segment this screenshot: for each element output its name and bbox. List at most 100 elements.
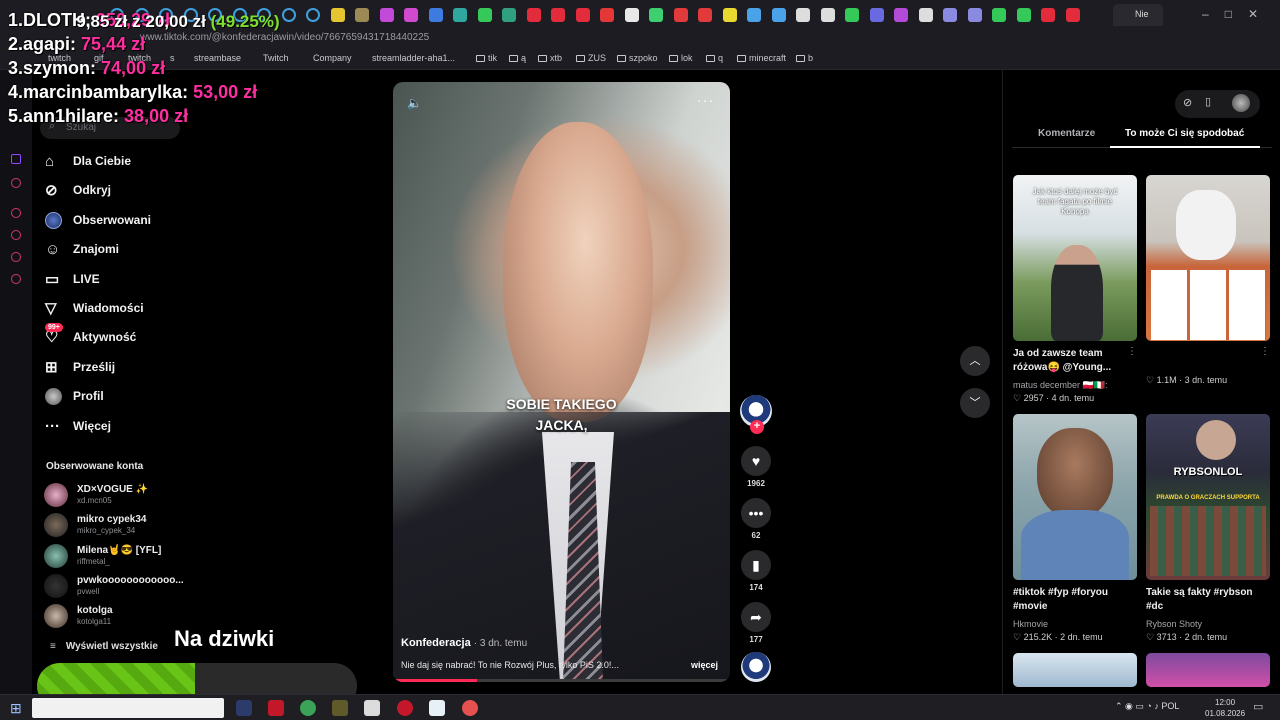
tab-favicon-icon[interactable] [649,8,663,22]
bookmark-item[interactable]: Company [313,53,352,63]
tab-favicon-icon[interactable] [869,8,884,22]
tab-favicon-icon[interactable] [379,8,394,22]
tab-comments[interactable]: Komentarze [1038,128,1095,139]
active-tab[interactable]: Nie [1113,4,1163,26]
taskbar-app-icon[interactable] [268,700,284,716]
heart-icon[interactable]: ♥ [741,446,771,476]
bookmark-folder[interactable]: szpoko [617,53,658,63]
video-author[interactable]: Konfederacja · 3 dn. temu [401,637,527,649]
tab-favicon-icon[interactable] [992,8,1006,22]
tab-favicon-icon[interactable] [918,8,933,22]
bookmark-folder[interactable]: b [796,53,813,63]
like-action[interactable]: ♥ 1962 [741,446,771,488]
recommended-video-thumbnail[interactable]: RYBSONLOL PRAWDA O GRACZACH SUPPORTA [1146,414,1270,580]
video-player[interactable]: 🔈 ··· SOBIE TAKIEGO JACKA, Konfederacja … [393,82,730,682]
tab-favicon-icon[interactable] [796,8,810,22]
comment-icon[interactable]: ••• [741,498,771,528]
bookmark-icon[interactable]: ▮ [741,550,771,580]
card-author[interactable]: Rybson Shoty [1146,619,1202,629]
tab-favicon-icon[interactable] [355,8,369,22]
recommended-video-thumbnail[interactable] [1013,414,1137,580]
bookmark-item[interactable]: Twitch [263,53,289,63]
tab-favicon-icon[interactable] [1065,8,1080,22]
recommended-video-thumbnail[interactable]: Jak ktoś dalej może być team fagata po f… [1013,175,1137,341]
bookmark-folder[interactable]: ą [509,53,526,63]
taskbar-app-icon[interactable] [462,700,478,716]
taskbar-app-icon[interactable] [429,700,445,716]
comment-action[interactable]: ••• 62 [741,498,771,540]
follow-button[interactable]: + [750,420,764,434]
more-description-button[interactable]: więcej [691,660,718,670]
tab-favicon-icon[interactable] [575,8,590,22]
tab-favicon-icon[interactable] [1016,8,1031,22]
tab-favicon-icon[interactable] [526,8,541,22]
share-action[interactable]: ➦ 177 [741,602,771,644]
next-video-button[interactable]: ﹀ [960,388,990,418]
card-author[interactable]: Hkmovie [1013,619,1048,629]
tab-favicon-icon[interactable] [477,8,492,22]
tab-favicon-icon[interactable] [551,8,565,22]
tab-favicon-icon[interactable] [943,8,957,22]
chrome-icon[interactable] [300,700,316,716]
bookmark-folder[interactable]: lok [669,53,693,63]
tab-favicon-icon[interactable] [845,8,859,22]
card-author[interactable]: matus december 🇵🇱🇮🇹: [1013,380,1107,391]
card-title[interactable]: Ja od zawsze team różowa😝 @Young... [1013,347,1131,375]
bookmark-folder[interactable]: tik [476,53,497,63]
phone-icon[interactable]: ▯ [1205,95,1211,108]
system-tray[interactable]: ⌃ ◉ ▭ ◔ ♪ POL [1115,701,1179,712]
tab-favicon-icon[interactable] [698,8,712,22]
tab-favicon-icon[interactable] [820,8,835,22]
more-options-icon[interactable]: ··· [697,92,714,108]
record-icon[interactable] [11,208,21,218]
music-disc-avatar[interactable] [741,652,771,682]
tab-favicon-icon[interactable] [673,8,688,22]
twitch-icon[interactable] [11,154,21,164]
recommended-video-thumbnail[interactable] [1146,653,1270,687]
taskbar-search[interactable] [32,698,224,718]
bookmark-folder[interactable]: xtb [538,53,562,63]
taskbar-app-icon[interactable] [236,700,252,716]
settings-icon[interactable] [11,274,21,284]
window-controls[interactable]: –□✕ [1202,7,1274,21]
opera-icon[interactable] [397,700,413,716]
tab-favicon-icon[interactable] [428,8,443,22]
card-title[interactable]: #tiktok #fyp #foryou #movie [1013,586,1131,614]
tab-favicon-icon[interactable] [404,8,418,22]
tab-favicon-icon[interactable] [453,8,467,22]
history-icon[interactable] [11,230,21,240]
extensions-icon[interactable] [11,252,21,262]
bookmark-folder[interactable]: minecraft [737,53,786,63]
tab-favicon-icon[interactable] [747,8,761,22]
taskbar-app-icon[interactable] [364,700,380,716]
share-icon[interactable]: ➦ [741,602,771,632]
tab-favicon-icon[interactable] [722,8,737,22]
tab-favicon-icon[interactable] [1041,8,1055,22]
tab-favicon-icon[interactable] [624,8,639,22]
tab-favicon-icon[interactable] [967,8,982,22]
compass-icon[interactable]: ⊘ [1183,96,1192,109]
bookmark-item[interactable]: streamladder-aha1... [372,53,455,63]
previous-video-button[interactable]: ︿ [960,346,990,376]
mute-icon[interactable]: 🔈 [407,96,422,110]
taskbar-app-icon[interactable] [332,700,348,716]
tab-favicon-icon[interactable] [600,8,614,22]
tab-favicon-icon[interactable] [894,8,908,22]
percent-icon[interactable] [11,178,21,188]
bookmark-folder[interactable]: q [706,53,723,63]
card-menu-icon[interactable]: ⋮ [1127,346,1137,357]
recommended-video-thumbnail[interactable] [1146,175,1270,341]
card-menu-icon[interactable]: ⋮ [1260,346,1270,357]
tab-recommended[interactable]: To może Ci się spodobać [1125,128,1244,139]
taskbar-clock[interactable]: 12:00 01.08.2026 [1205,697,1245,719]
notifications-icon[interactable]: ▭ [1253,700,1263,713]
user-avatar[interactable] [1232,94,1250,112]
bookmark-folder[interactable]: ZUS [576,53,606,63]
card-title[interactable]: Takie są fakty #rybson #dc [1146,586,1264,614]
windows-start-icon[interactable]: ⊞ [10,700,22,717]
save-action[interactable]: ▮ 174 [741,550,771,592]
recommended-video-thumbnail[interactable] [1013,653,1137,687]
video-progress-bar[interactable] [393,679,730,682]
show-all-link[interactable]: ≡ Wyświetl wszystkie [50,641,158,652]
tab-favicon-icon[interactable] [771,8,786,22]
